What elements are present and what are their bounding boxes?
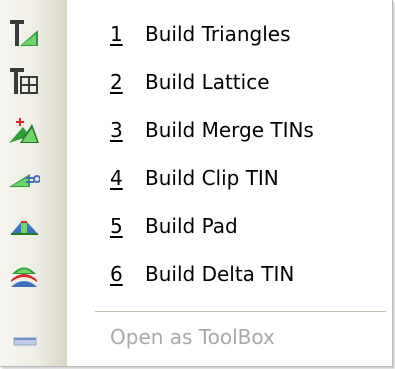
menu-item-label: Build Clip TIN <box>145 166 279 190</box>
menu-item-label: Build Delta TIN <box>145 262 295 286</box>
menu-item-accelerator: 4 <box>110 166 123 190</box>
menu-item-open-as-toolbox[interactable]: Open as ToolBox <box>0 313 392 361</box>
menu-item-build-clip-tin[interactable]: 4 Build Clip TIN <box>0 154 392 202</box>
menu-item-accelerator: 6 <box>110 262 123 286</box>
build-lattice-icon <box>8 68 40 96</box>
menu-item-label: Build Merge TINs <box>145 118 314 142</box>
menu-item-build-triangles[interactable]: 1 Build Triangles <box>0 10 392 58</box>
menu-item-build-lattice[interactable]: 2 Build Lattice <box>0 58 392 106</box>
menu-item-build-merge-tins[interactable]: 3 Build Merge TINs <box>0 106 392 154</box>
build-clip-tin-icon <box>8 164 40 192</box>
menu-item-label: Build Lattice <box>145 70 270 94</box>
menu-item-label: Build Triangles <box>145 22 291 46</box>
menu-item-label: Open as ToolBox <box>110 325 275 349</box>
menu-item-build-pad[interactable]: 5 Build Pad <box>0 202 392 250</box>
menu-item-accelerator: 5 <box>110 214 123 238</box>
menu-item-label: Build Pad <box>145 214 238 238</box>
menu-item-accelerator: 1 <box>110 22 123 46</box>
build-pad-icon <box>8 212 40 240</box>
menu-separator <box>95 311 386 312</box>
build-triangles-icon <box>8 20 40 48</box>
menu-item-build-delta-tin[interactable]: 6 Build Delta TIN <box>0 250 392 298</box>
menu-item-accelerator: 2 <box>110 70 123 94</box>
build-merge-tins-icon <box>8 116 40 144</box>
menu-item-accelerator: 3 <box>110 118 123 142</box>
toolbox-icon <box>8 323 40 351</box>
build-delta-tin-icon <box>8 260 40 288</box>
context-menu: 1 Build Triangles 2 Build Lattice 3 Buil… <box>0 0 393 367</box>
